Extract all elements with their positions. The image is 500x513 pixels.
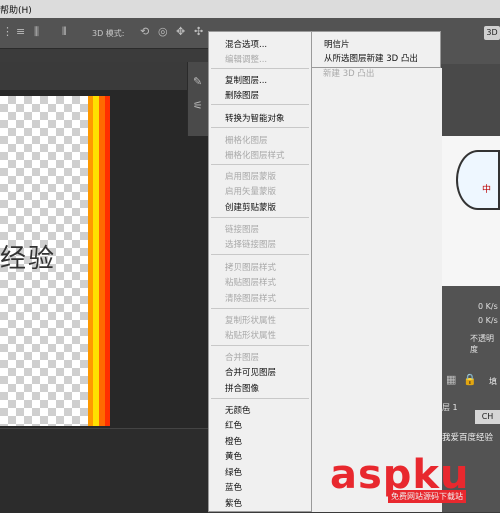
menu-item-rasterize-layer: 栅格化图层 [225,136,268,146]
menu-item-color-blue[interactable]: 蓝色 [225,481,242,493]
menu-item-delete-layer[interactable]: 删除图层 [225,89,259,101]
menu-help[interactable]: 帮助(H) [0,3,32,16]
status-bar [0,428,208,513]
submenu-background [311,68,442,512]
menu-item-clear-layer-style: 清除图层样式 [225,294,277,304]
menu-item-paste-shape-attributes: 粘贴形状属性 [225,331,277,341]
opacity-label: 不透明度 [470,334,494,354]
brush-icon[interactable]: ✎ [193,76,202,88]
menu-separator [211,345,309,346]
menu-separator [211,398,309,399]
menu-item-create-clipping-mask[interactable]: 创建剪贴蒙版 [225,201,276,213]
layer-label[interactable]: 我爱百度经验 [442,431,493,443]
canvas-color-stripes [88,96,110,426]
menu-item-color-yellow[interactable]: 黄色 [225,450,242,462]
menu-item-color-violet[interactable]: 紫色 [225,497,242,509]
right-panel-header [441,64,500,136]
menu-item-link-layers: 链接图层 [225,225,260,235]
menu-item-color-red[interactable]: 红色 [225,419,242,431]
submenu-item-new-3d-extrusion: 新建 3D 凸出 [323,69,375,79]
menu-item-copy-shape-attributes: 复制形状属性 [225,316,277,326]
tool-panel: ✎ ⚟ [187,62,209,136]
menu-item-color-none[interactable]: 无颜色 [225,404,251,416]
align-left-icon[interactable]: ⋮ [2,26,13,38]
layer-name[interactable]: 层 1 [442,402,458,413]
menu-item-color-orange[interactable]: 橙色 [225,435,242,447]
workspace-3d-button[interactable]: 3D [484,26,500,40]
menu-item-duplicate-layer[interactable]: 复制图层... [225,74,267,86]
pan-3d-icon[interactable]: ✥ [176,26,185,38]
mascot-image [456,150,500,210]
submenu-item-new-3d-extrusion-from-layer[interactable]: 从所选图层新建 3D 凸出 [324,52,418,64]
menu-item-paste-layer-style: 粘贴图层样式 [225,278,277,288]
kb-rate-2: 0 K/s [478,316,498,325]
menu-item-edit-adjustment: 编辑调整... [225,55,268,65]
menu-item-flatten-image[interactable]: 拼合图像 [225,382,259,394]
watermark-tagline: 免费网站源码下载站 [388,490,466,503]
layer-context-menu: 混合选项... 编辑调整... 复制图层... 删除图层 转换为智能对象 栅格化… [208,31,312,512]
menu-separator [211,217,309,218]
align-right-icon[interactable]: ⫼ [34,26,39,38]
roll-3d-icon[interactable]: ◎ [158,26,168,38]
menu-item-rasterize-layer-style: 栅格化图层样式 [225,151,285,161]
menu-separator [211,254,309,255]
menu-item-enable-layer-mask: 启用图层蒙版 [225,172,277,182]
menu-separator [211,104,309,105]
mascot-icon: 中 [482,185,492,195]
menu-item-blending-options[interactable]: 混合选项... [225,38,267,50]
menu-item-color-green[interactable]: 绿色 [225,466,242,478]
align-center-icon[interactable]: ≡ [16,26,25,38]
canvas-text: 经验 [0,244,57,274]
menu-item-merge-visible[interactable]: 合并可见图层 [225,366,276,378]
kb-rate-1: 0 K/s [478,302,498,311]
menu-item-convert-smart-object[interactable]: 转换为智能对象 [225,112,285,124]
submenu-item-postcard[interactable]: 明信片 [324,38,350,50]
menu-separator [211,127,309,128]
menu-item-merge-layers: 合并图层 [225,353,260,363]
rotate-3d-icon[interactable]: ⟲ [140,26,149,38]
menu-separator [211,308,309,309]
lock-icon[interactable]: 🔒 [463,374,477,386]
menu-item-select-linked-layers: 选择链接图层 [225,240,277,250]
3d-submenu: 明信片 从所选图层新建 3D 凸出 [311,31,441,68]
slide-3d-icon[interactable]: ✣ [194,26,203,38]
ch-button[interactable]: CH [475,410,500,424]
mode-3d-label: 3D 模式: [92,29,125,38]
distribute-icon[interactable]: ⫴ [62,26,67,38]
adjust-icon[interactable]: ⚟ [193,100,203,112]
menu-item-enable-vector-mask: 启用矢量蒙版 [225,187,277,197]
fill-label: 填 [489,377,497,386]
menu-bar: 帮助(H) [0,0,500,18]
lock-transparency-icon[interactable]: ▦ [446,374,456,386]
menu-separator [211,68,309,69]
document-tab-strip [0,62,208,90]
menu-separator [211,164,309,165]
menu-item-copy-layer-style: 拷贝图层样式 [225,263,277,273]
